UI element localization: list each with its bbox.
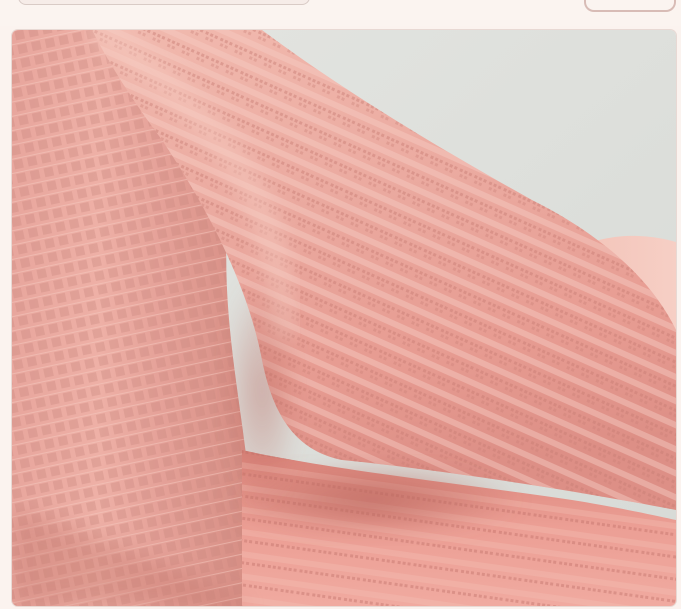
inner-fold-shadow xyxy=(222,270,302,510)
search-field-edge[interactable] xyxy=(18,0,310,5)
product-photo xyxy=(12,30,676,606)
top-bar xyxy=(0,0,681,26)
action-button-edge[interactable] xyxy=(584,0,676,12)
fabric-photo-illustration xyxy=(12,30,676,606)
